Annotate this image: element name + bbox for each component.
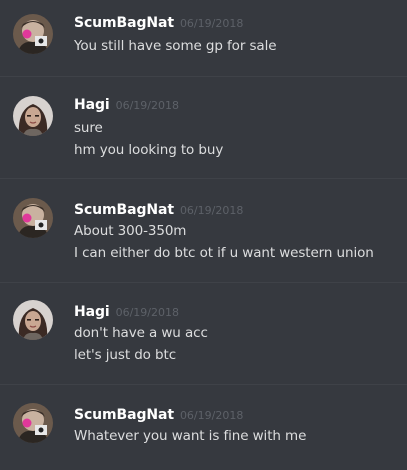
message-text: You still have some gp for sale xyxy=(74,38,277,54)
message-header: Hagi 06/19/2018 xyxy=(74,301,179,321)
message-text: sure xyxy=(74,120,103,136)
chat-message-list: ScumBagNat 06/19/2018 You still have some… xyxy=(0,0,407,470)
message-text: About 300-350m xyxy=(74,223,187,239)
message-header: ScumBagNat 06/19/2018 xyxy=(74,12,243,32)
message-header: Hagi 06/19/2018 xyxy=(74,94,179,114)
avatar-scumbagnat-icon[interactable] xyxy=(13,14,53,54)
username[interactable]: ScumBagNat xyxy=(74,15,174,31)
username[interactable]: ScumBagNat xyxy=(74,407,174,423)
message-text: let's just do btc xyxy=(74,347,177,363)
message-text: hm you looking to buy xyxy=(74,142,224,158)
message-text: I can either do btc ot if u want western… xyxy=(74,245,374,261)
message-header: ScumBagNat 06/19/2018 xyxy=(74,404,243,424)
username[interactable]: Hagi xyxy=(74,97,110,113)
username[interactable]: ScumBagNat xyxy=(74,202,174,218)
username[interactable]: Hagi xyxy=(74,304,110,320)
message-text: don't have a wu acc xyxy=(74,325,208,341)
timestamp: 06/19/2018 xyxy=(115,306,179,319)
avatar-scumbagnat-icon[interactable] xyxy=(13,403,53,443)
avatar-hagi-icon[interactable] xyxy=(13,96,53,136)
timestamp: 06/19/2018 xyxy=(179,17,244,30)
message-header: ScumBagNat 06/19/2018 xyxy=(74,199,243,219)
message-divider xyxy=(0,76,407,77)
avatar-hagi-icon[interactable] xyxy=(13,300,53,340)
timestamp: 06/19/2018 xyxy=(179,204,244,217)
avatar-scumbagnat-icon[interactable] xyxy=(13,198,53,238)
message-divider xyxy=(0,178,407,179)
message-divider xyxy=(0,282,407,283)
timestamp: 06/19/2018 xyxy=(115,99,179,112)
timestamp: 06/19/2018 xyxy=(179,409,244,422)
message-text: Whatever you want is fine with me xyxy=(74,428,307,444)
message-divider xyxy=(0,384,407,385)
